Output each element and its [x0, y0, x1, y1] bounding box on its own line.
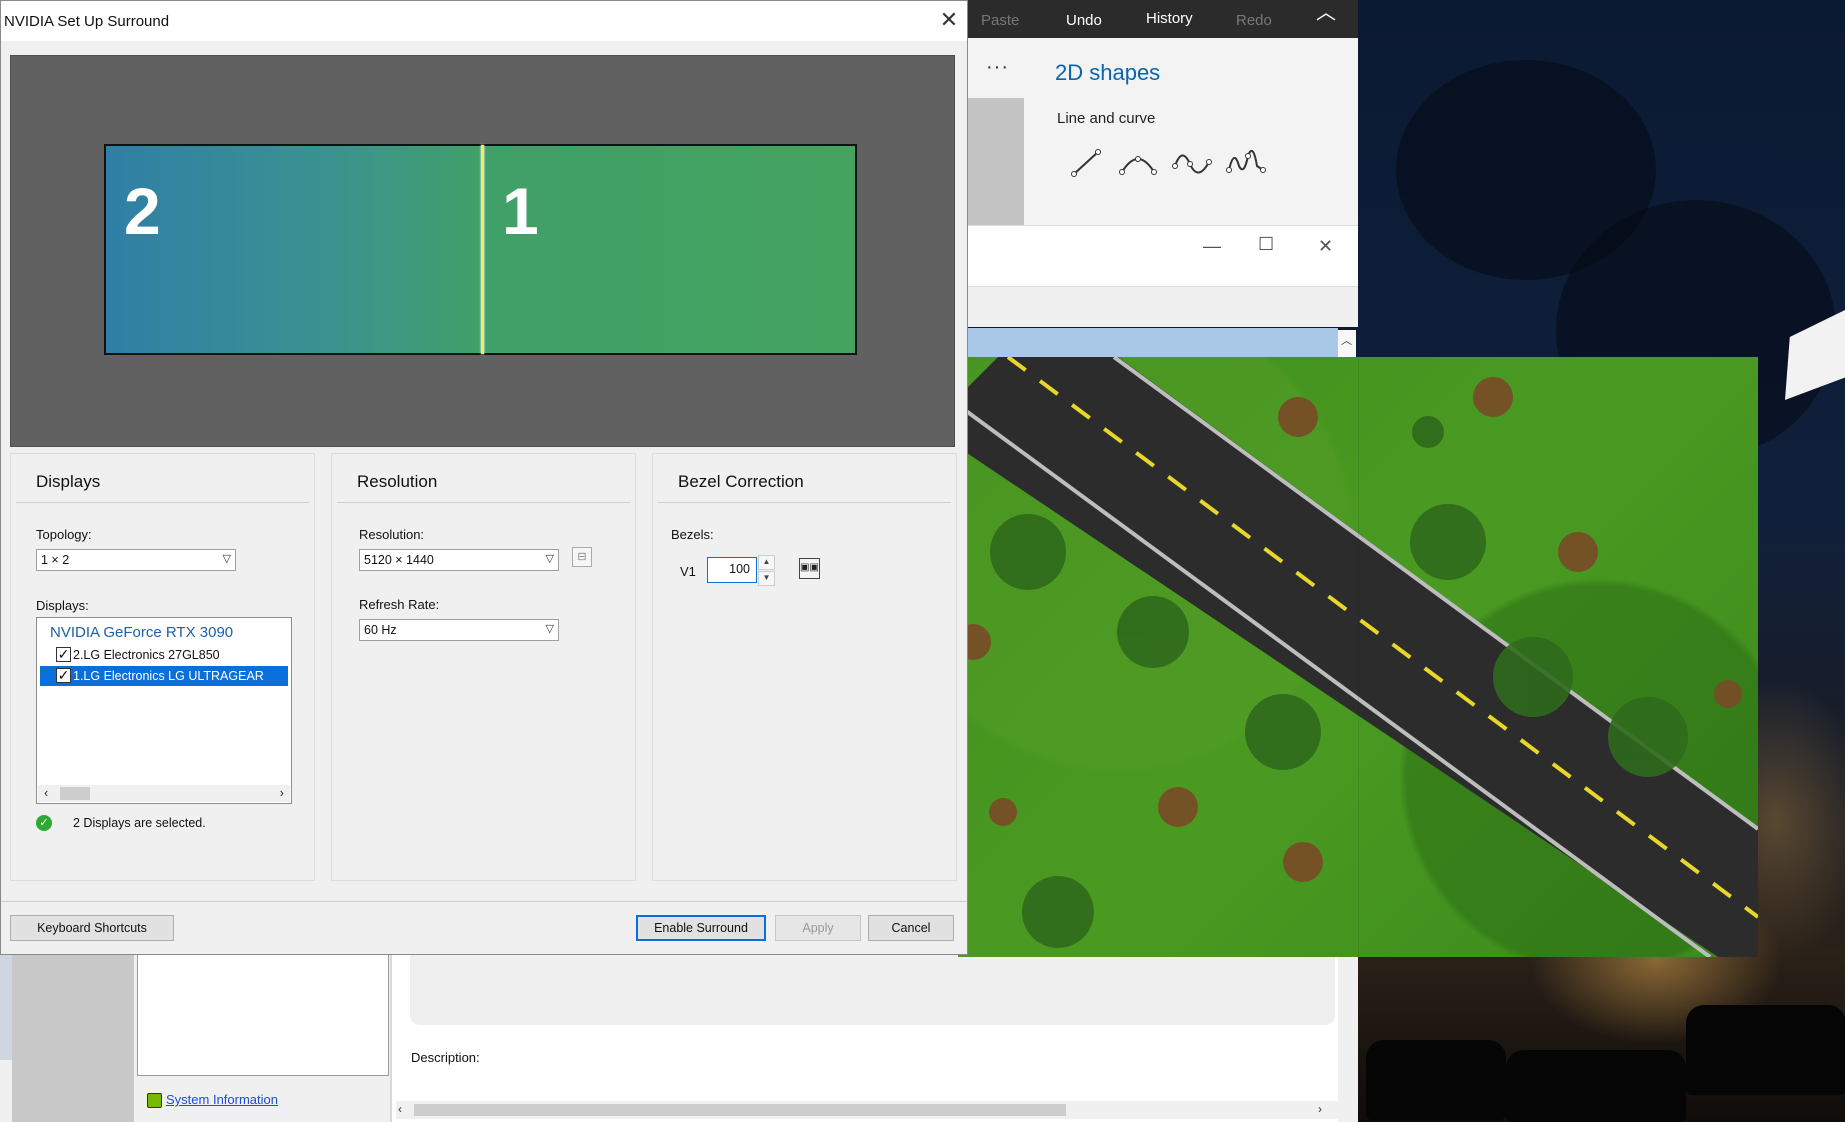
monitor-1-label: 1	[502, 174, 539, 248]
monitor-2-label: 2	[124, 174, 161, 248]
resolution-value: 5120 × 1440	[364, 553, 434, 567]
display-item-label: 2.LG Electronics 27GL850	[73, 648, 220, 662]
displays-list[interactable]: NVIDIA GeForce RTX 3090 ✓ 2.LG Electroni…	[36, 617, 292, 804]
resolution-select[interactable]: 5120 × 1440 ▽	[359, 549, 559, 571]
refresh-rate-value: 60 Hz	[364, 623, 397, 637]
content-card	[410, 955, 1335, 1025]
scroll-left-icon[interactable]: ‹	[398, 1102, 402, 1116]
display-item-ultragear[interactable]: ✓ 1.LG Electronics LG ULTRAGEAR	[40, 666, 288, 686]
enable-surround-button[interactable]: Enable Surround	[636, 915, 766, 941]
paste-button[interactable]: Paste	[981, 12, 1019, 29]
undo-button[interactable]: Undo	[1066, 12, 1102, 29]
spin-down-icon[interactable]: ▼	[758, 571, 775, 586]
v1-label: V1	[680, 564, 696, 579]
success-icon: ✓	[36, 815, 52, 831]
paint-shapes-panel: ··· 2D shapes Line and curve	[968, 38, 1358, 228]
window-highlight	[968, 328, 1338, 358]
bezel-v1-stepper[interactable]: ▲ ▼	[758, 555, 775, 586]
scrollbar-thumb[interactable]	[60, 787, 90, 800]
nvidia-logo-icon	[147, 1093, 162, 1108]
wave-icon[interactable]	[1172, 146, 1212, 180]
maximize-icon[interactable]: ☐	[1258, 234, 1274, 255]
divider	[337, 502, 630, 503]
line-icon[interactable]	[1066, 146, 1106, 180]
scroll-up-icon[interactable]: ︿	[1341, 332, 1352, 348]
display-item-27gl850[interactable]: ✓ 2.LG Electronics 27GL850	[40, 645, 288, 665]
resolution-group-title: Resolution	[357, 472, 438, 491]
system-information-link[interactable]: System Information	[166, 1092, 278, 1107]
bezel-peek-icon[interactable]: ▣▣	[799, 558, 820, 579]
chevron-down-icon: ▽	[222, 553, 231, 565]
display-seam	[1358, 357, 1359, 957]
refresh-rate-select[interactable]: 60 Hz ▽	[359, 619, 559, 641]
more-options-button[interactable]: ···	[986, 56, 1009, 79]
curve-icon[interactable]	[1118, 146, 1158, 180]
bezel-correction-group: Bezel Correction Bezels: V1	[652, 453, 957, 881]
scroll-right-icon[interactable]: ›	[1318, 1102, 1322, 1116]
display-item-label: 1.LG Electronics LG ULTRAGEAR	[73, 669, 264, 683]
surround-dialog: NVIDIA Set Up Surround ✕ 2 1 Displays To…	[0, 0, 968, 955]
resolution-group: Resolution Resolution: 5120 × 1440 ▽ Ref…	[331, 453, 636, 881]
collapse-ribbon-icon[interactable]: ︿	[1316, 0, 1336, 25]
control-panel-nav-pane	[12, 955, 134, 1122]
topology-select[interactable]: 1 × 2 ▽	[36, 549, 236, 571]
scroll-right-icon[interactable]: ›	[280, 785, 284, 800]
keyboard-shortcuts-button[interactable]: Keyboard Shortcuts	[10, 915, 174, 941]
displays-label: Displays:	[36, 598, 89, 613]
topology-label: Topology:	[36, 527, 92, 542]
resolution-options-icon[interactable]: ⊟	[572, 547, 592, 567]
paint-ribbon: Paste Undo History Redo ︿	[968, 0, 1358, 38]
chevron-down-icon: ▽	[545, 623, 554, 635]
close-icon[interactable]: ✕	[937, 7, 961, 33]
title-bar: NVIDIA Set Up Surround ✕	[1, 1, 967, 41]
wallpaper-car	[1686, 1005, 1845, 1095]
paint-canvas-edge	[968, 98, 1024, 228]
close-icon[interactable]: ✕	[1318, 236, 1333, 257]
displays-group-title: Displays	[36, 472, 101, 491]
divider	[16, 502, 309, 503]
section-label: Line and curve	[1057, 110, 1156, 127]
checkmark-icon[interactable]: ✓	[56, 668, 71, 683]
wallpaper-car	[1506, 1050, 1686, 1122]
scrollbar-thumb[interactable]	[414, 1104, 1066, 1116]
panel-title: 2D shapes	[1055, 60, 1161, 85]
dialog-title: NVIDIA Set Up Surround	[4, 13, 170, 30]
apply-button[interactable]: Apply	[775, 915, 861, 941]
control-panel-task-list	[137, 955, 389, 1076]
zigzag-icon[interactable]	[1226, 146, 1266, 180]
bezel-seam[interactable]	[481, 145, 484, 354]
chevron-down-icon: ▽	[545, 553, 554, 565]
wallpaper-car	[1366, 1040, 1506, 1120]
bezel-v1-input[interactable]: 100	[707, 557, 757, 583]
background-window: — ☐ ✕	[968, 225, 1358, 358]
history-button[interactable]: History	[1146, 10, 1193, 27]
game-window	[958, 357, 1758, 957]
minimize-icon[interactable]: —	[1203, 236, 1221, 257]
selection-status: 2 Displays are selected.	[73, 816, 206, 830]
gpu-name: NVIDIA GeForce RTX 3090	[50, 624, 234, 641]
footer-divider	[1, 901, 967, 902]
bezel-group-title: Bezel Correction	[678, 472, 804, 491]
checkmark-icon[interactable]: ✓	[56, 647, 71, 662]
topology-value: 1 × 2	[41, 553, 70, 567]
resolution-label: Resolution:	[359, 527, 425, 542]
scroll-left-icon[interactable]: ‹	[44, 785, 48, 800]
redo-button[interactable]: Redo	[1236, 12, 1272, 29]
cancel-button[interactable]: Cancel	[868, 915, 954, 941]
refresh-rate-label: Refresh Rate:	[359, 597, 440, 612]
spin-up-icon[interactable]: ▲	[758, 555, 775, 570]
list-horizontal-scrollbar[interactable]: ‹ ›	[38, 785, 290, 802]
divider	[658, 502, 951, 503]
bezels-label: Bezels:	[671, 527, 714, 542]
control-panel-nav-edge	[0, 955, 12, 1060]
description-label: Description:	[411, 1050, 480, 1065]
window-toolbar	[968, 286, 1358, 327]
